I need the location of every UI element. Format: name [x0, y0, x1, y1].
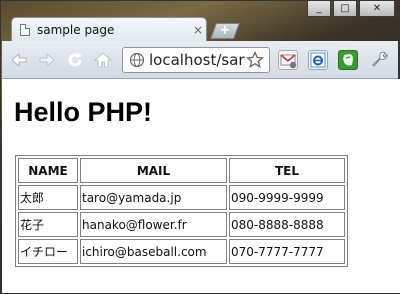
cell-name: 花子 — [18, 212, 78, 237]
tab-close-button[interactable]: × — [190, 23, 206, 37]
maximize-button[interactable]: □ — [333, 1, 357, 17]
cell-mail: ichiro@baseball.com — [80, 239, 227, 264]
cell-tel: 080-8888-8888 — [229, 212, 345, 237]
ie-tab-extension[interactable] — [308, 50, 328, 70]
cell-mail: taro@yamada.jp — [80, 185, 227, 210]
url-text: localhost/sar — [149, 51, 245, 69]
wrench-menu-button[interactable] — [370, 50, 388, 73]
table-row: 花子 hanako@flower.fr 080-8888-8888 — [18, 212, 345, 237]
wrench-icon — [372, 51, 388, 67]
page-content: Hello PHP! NAME MAIL TEL 太郎 taro@yamada.… — [2, 79, 400, 293]
bookmark-star-button[interactable] — [245, 49, 265, 75]
table-row: イチロー ichiro@baseball.com 070-7777-7777 — [18, 239, 345, 264]
gmail-checker-extension[interactable] — [278, 50, 298, 70]
home-icon — [94, 52, 112, 68]
minimize-button[interactable]: _ — [307, 1, 331, 17]
new-tab-button[interactable]: + — [210, 23, 240, 39]
cell-name: 太郎 — [18, 185, 78, 210]
gmail-icon — [280, 54, 297, 69]
header-tel: TEL — [229, 158, 345, 183]
back-button[interactable] — [8, 49, 30, 71]
cell-tel: 070-7777-7777 — [229, 239, 345, 264]
reload-button[interactable] — [64, 49, 86, 71]
close-window-button[interactable]: ✕ — [359, 1, 395, 17]
arrow-right-icon — [39, 53, 55, 67]
page-heading: Hello PHP! — [14, 97, 153, 127]
globe-icon — [129, 52, 145, 68]
table-row: 太郎 taro@yamada.jp 090-9999-9999 — [18, 185, 345, 210]
header-mail: MAIL — [80, 158, 227, 183]
header-name: NAME — [18, 158, 78, 183]
tab-title: sample page — [37, 22, 115, 37]
tab-sample-page[interactable]: sample page × — [11, 17, 207, 41]
star-icon — [245, 50, 265, 68]
evernote-extension[interactable] — [338, 50, 358, 70]
plus-icon: + — [219, 23, 231, 38]
contacts-table: NAME MAIL TEL 太郎 taro@yamada.jp 090-9999… — [15, 155, 348, 267]
home-button[interactable] — [92, 49, 114, 71]
page-icon — [20, 23, 30, 36]
cell-tel: 090-9999-9999 — [229, 185, 345, 210]
window-controls: _ □ ✕ — [307, 1, 395, 19]
arrow-left-icon — [11, 53, 27, 67]
evernote-icon — [343, 54, 353, 66]
forward-button[interactable] — [36, 49, 58, 71]
table-header-row: NAME MAIL TEL — [18, 158, 345, 183]
cell-name: イチロー — [18, 239, 78, 264]
browser-toolbar: localhost/sar — [2, 41, 398, 79]
reload-icon — [68, 52, 82, 67]
ie-icon — [310, 52, 326, 68]
browser-window: _ □ ✕ sample page × + localhost/sar Hell… — [0, 0, 400, 294]
cell-mail: hanako@flower.fr — [80, 212, 227, 237]
